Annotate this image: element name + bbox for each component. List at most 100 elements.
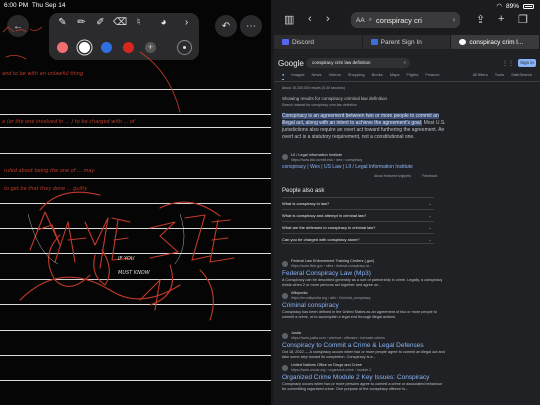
- paa-text: Can you be charged with conspiracy alone…: [282, 237, 360, 242]
- search-tab[interactable]: Finance: [425, 72, 439, 80]
- safesearch-button[interactable]: SafeSearch: [511, 72, 532, 80]
- google-logo[interactable]: Google: [278, 59, 304, 68]
- status-right: ◠ 89%: [496, 2, 534, 10]
- search-tabs: ● Images News Videos Shopping Books Maps…: [282, 72, 532, 80]
- result-site: Justia: [291, 331, 301, 335]
- scribble: [2, 26, 43, 33]
- snippet-url[interactable]: https://www.law.cornell.edu › wex › cons…: [291, 158, 362, 162]
- site-icon: [370, 39, 378, 45]
- result-url[interactable]: https://en.wikipedia.org › wiki › Crimin…: [291, 296, 370, 300]
- search-icon: ⌕: [368, 16, 373, 23]
- snippet-link[interactable]: conspiracy | Wex | US Law | LII / Legal …: [282, 164, 413, 170]
- snippet-highlight: Conspiracy is an agreement between two o…: [282, 113, 439, 126]
- result-title[interactable]: Organized Crime Module 2 Key Issues: Con…: [282, 374, 429, 381]
- result-favicon: [282, 333, 288, 339]
- battery-percent: 89%: [505, 2, 519, 10]
- result-description: A Conspiracy can be described generally …: [282, 278, 443, 287]
- result-site: Federal Law Enforcement Training Centers…: [291, 259, 375, 263]
- result-favicon: [282, 261, 288, 267]
- result-title[interactable]: Criminal conspiracy: [282, 302, 339, 309]
- tab-label: Discord: [292, 38, 315, 46]
- search-tab[interactable]: Books: [372, 72, 383, 80]
- note-line-2: a (or the one involved in ... ) to be ch…: [2, 119, 135, 125]
- search-tab[interactable]: Videos: [329, 72, 341, 80]
- address-bar[interactable]: AA ⌕ conspiracy cri ♮: [351, 12, 460, 28]
- all-filters-button[interactable]: All filters: [473, 72, 488, 80]
- search-tab[interactable]: Maps: [390, 72, 400, 80]
- status-bar: 6:00 PM Thu Sep 14 ◠ 89%: [0, 0, 540, 11]
- search-tab[interactable]: Flights: [407, 72, 419, 80]
- google-icon: [459, 39, 467, 45]
- about-snippets-link[interactable]: About featured snippets: [374, 174, 411, 178]
- sidebar-icon[interactable]: ▥: [284, 13, 294, 26]
- note-line-1: and to be with an unlawful thing: [2, 71, 84, 77]
- tab-discord[interactable]: Discord: [274, 35, 363, 49]
- result-favicon: [282, 365, 288, 371]
- header-divider: [274, 81, 540, 82]
- paa-question[interactable]: Can you be charged with conspiracy alone…: [282, 233, 434, 244]
- status-date: Thu Sep 14: [31, 2, 66, 9]
- paa-question[interactable]: What are the defenses to conspiracy in c…: [282, 221, 434, 232]
- notes-app[interactable]: ← ↶ ⋯ ✎ ✏ ✐ ⌫ ♮ ◕ › + and to be with an …: [0, 0, 271, 405]
- tab-label: conspiracy crim l...: [469, 38, 524, 46]
- note-line-4: to get be that they done ... guilty: [4, 186, 88, 192]
- paa-question[interactable]: What is conspiracy in law? ⌄: [282, 197, 434, 208]
- paa-text: What is conspiracy and attempt in crimin…: [282, 213, 367, 218]
- chevron-down-icon: ⌄: [428, 225, 432, 230]
- tab-bar: Discord Parent Sign In conspiracy crim l…: [274, 35, 540, 49]
- google-search-input[interactable]: conspiracy crim law definition ×: [306, 58, 410, 68]
- discord-icon: [282, 39, 289, 45]
- google-results-page[interactable]: Google conspiracy crim law definition × ⋮…: [274, 50, 540, 405]
- share-icon[interactable]: ⇪: [476, 13, 485, 26]
- chevron-down-icon: ⌄: [428, 237, 432, 242]
- result-title[interactable]: Conspiracy to Commit a Crime & Legal Def…: [282, 342, 424, 349]
- forward-arrow-icon[interactable]: ›: [326, 13, 330, 25]
- tools-button[interactable]: Tools: [495, 72, 504, 80]
- showing-results[interactable]: Showing results for conspiracy criminal …: [282, 96, 387, 101]
- search-tab[interactable]: News: [312, 72, 322, 80]
- paa-text: What is conspiracy in law?: [282, 201, 330, 206]
- result-url[interactable]: https://www.fletc.gov › sites › federal-…: [291, 264, 372, 268]
- status-time-date: 6:00 PM Thu Sep 14: [4, 2, 65, 9]
- result-description: Oct 18, 2022 — A conspiracy occurs when …: [282, 350, 445, 359]
- tab-conspiracy[interactable]: conspiracy crim l...: [451, 35, 540, 49]
- result-count: About 15,300,000 results (0.30 seconds): [282, 86, 346, 90]
- note-line-5: IF YOU: [118, 256, 135, 262]
- new-tab-icon[interactable]: +: [498, 13, 504, 25]
- tabs-overview-icon[interactable]: ❐: [518, 13, 528, 26]
- google-header: Google conspiracy crim law definition × ⋮…: [274, 50, 540, 80]
- tab-parent-sign-in[interactable]: Parent Sign In: [362, 35, 452, 49]
- battery-icon: [523, 3, 534, 9]
- wifi-icon: ◠: [496, 3, 502, 10]
- apps-grid-icon[interactable]: ⋮⋮: [502, 60, 514, 67]
- clear-icon[interactable]: ×: [403, 58, 406, 68]
- reader-aa-button[interactable]: AA: [356, 17, 365, 24]
- status-time: 6:00 PM: [4, 2, 29, 9]
- result-description: Conspiracy occurs when two or more perso…: [282, 382, 443, 391]
- feedback-link[interactable]: Feedback: [422, 174, 437, 178]
- people-also-ask-title: People also ask: [282, 188, 325, 194]
- chevron-down-icon: ⌄: [428, 201, 432, 206]
- featured-snippet: Conspiracy is an agreement between two o…: [282, 113, 452, 141]
- result-url[interactable]: https://www.justia.com › criminal › offe…: [291, 336, 385, 340]
- result-site: United Nations Office on Drugs and Crime: [291, 363, 362, 367]
- search-tab[interactable]: Shopping: [348, 72, 365, 80]
- snippet-source: LII / Legal Information Institute: [291, 153, 343, 157]
- handwriting-drawing: [2, 26, 235, 321]
- sign-in-button[interactable]: Sign in: [518, 59, 536, 67]
- tab-label: Parent Sign In: [380, 38, 422, 46]
- scribble: [5, 51, 181, 113]
- microphone-icon[interactable]: ♮: [453, 17, 455, 24]
- result-title[interactable]: Federal Conspiracy Law (Mp3): [282, 270, 371, 277]
- source-favicon: [282, 154, 288, 160]
- paa-question[interactable]: What is conspiracy and attempt in crimin…: [282, 209, 434, 220]
- chevron-down-icon: ⌄: [428, 213, 432, 218]
- safari-window: ▥ ‹ › AA ⌕ conspiracy cri ♮ ⇪ + ❐ Discor…: [274, 0, 540, 405]
- note-line-3: ruled about being the one of ... may: [4, 168, 95, 174]
- result-site: Wikipedia: [291, 291, 308, 295]
- tab-all-icon[interactable]: ●: [282, 72, 285, 80]
- search-tab[interactable]: Images: [291, 72, 304, 80]
- result-url[interactable]: https://www.unodc.org › organized-crime …: [291, 368, 371, 372]
- search-instead-link[interactable]: Search instead for conspiracy crim law d…: [282, 103, 357, 107]
- back-arrow-icon[interactable]: ‹: [308, 13, 312, 25]
